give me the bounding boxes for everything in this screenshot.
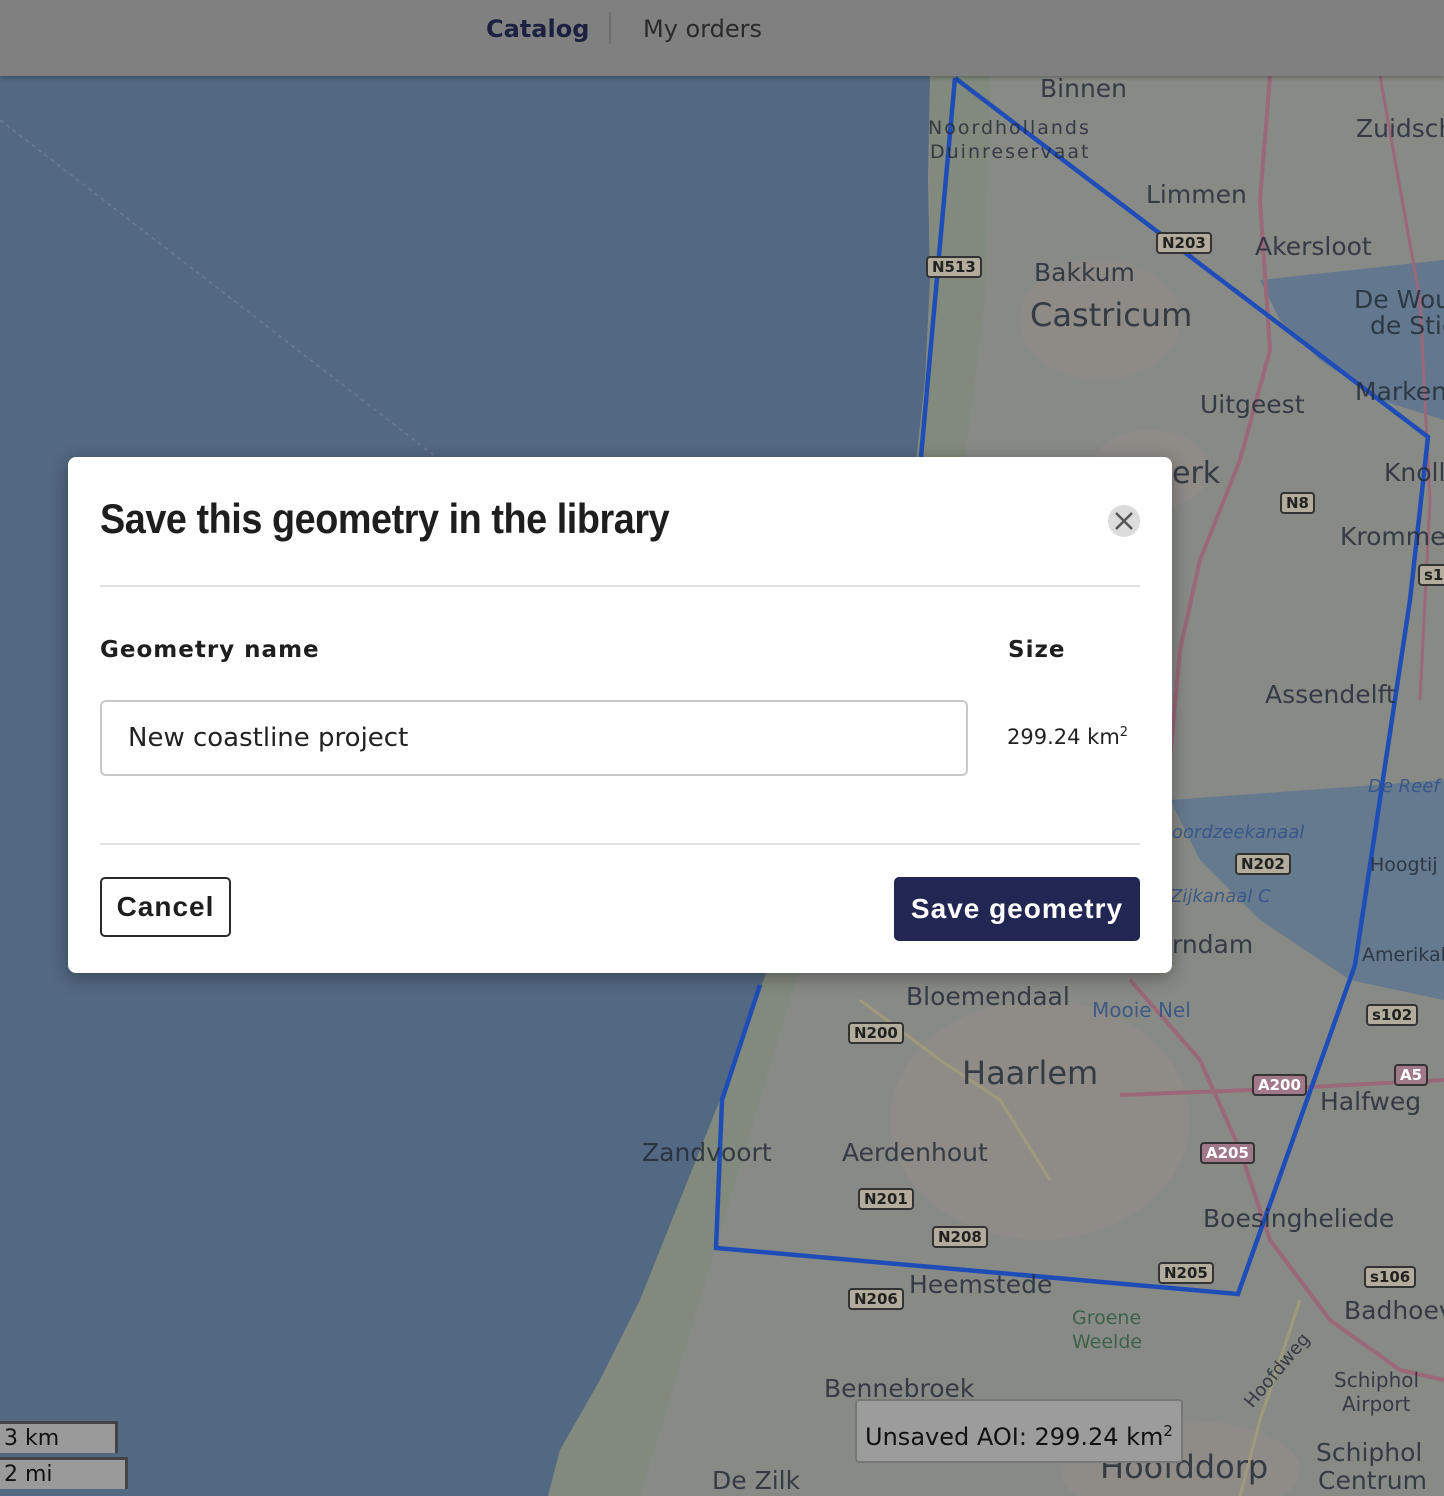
- map-label: De Zilk: [712, 1466, 801, 1495]
- map-label: De Wou: [1354, 285, 1444, 314]
- map-label: Assendelft: [1265, 680, 1396, 709]
- map-label: Amerikah: [1362, 944, 1444, 966]
- scale-bar-km: 3 km: [0, 1421, 118, 1453]
- aoi-size-unit-sup: 2: [1163, 1422, 1173, 1440]
- road-shield: N201: [858, 1188, 914, 1210]
- map-label: Zuidsch: [1356, 114, 1444, 143]
- dialog-divider-top: [100, 585, 1140, 587]
- map-label: Groene: [1072, 1307, 1142, 1329]
- map-label: Zandvoort: [642, 1138, 772, 1167]
- road-shield: N202: [1235, 853, 1291, 875]
- map-label: Kromme: [1340, 522, 1444, 551]
- map-label: Noordhollands: [928, 117, 1091, 139]
- map-label: Uitgeest: [1200, 390, 1305, 419]
- map-label: Badhoev: [1344, 1296, 1444, 1325]
- road-shield: N8: [1280, 492, 1315, 514]
- map-label: Halfweg: [1320, 1087, 1422, 1116]
- map-label: Hoogtij: [1370, 854, 1438, 876]
- geometry-size-value: 299.24 km2: [1007, 725, 1128, 749]
- dialog-divider-bottom: [100, 843, 1140, 845]
- dialog-title: Save this geometry in the library: [100, 495, 670, 542]
- map-label: Bakkum: [1034, 258, 1135, 287]
- map-label: Centrum: [1318, 1466, 1427, 1495]
- top-nav: Catalog My orders: [0, 0, 1444, 76]
- map-label: erk: [1172, 456, 1221, 491]
- road-shield: A205: [1200, 1142, 1255, 1164]
- map-label: Aerdenhout: [842, 1138, 988, 1167]
- tab-divider: [609, 12, 611, 44]
- road-shield: N200: [848, 1022, 904, 1044]
- map-label: Zijkanaal C: [1170, 886, 1271, 907]
- map-label: Duinreservaat: [930, 141, 1091, 163]
- map-label: Bloemendaal: [906, 982, 1070, 1011]
- map-label: de Stic: [1370, 311, 1444, 340]
- map-label: rndam: [1172, 930, 1254, 959]
- map-label: Schiphol: [1334, 1368, 1420, 1392]
- close-button[interactable]: [1108, 505, 1140, 537]
- road-shield: s106: [1364, 1266, 1417, 1288]
- aoi-size-badge: Unsaved AOI: 299.24 km2: [855, 1399, 1183, 1463]
- map-label: Marken: [1355, 377, 1444, 406]
- close-icon: [1115, 512, 1133, 530]
- geometry-name-label: Geometry name: [100, 637, 320, 663]
- tab-catalog[interactable]: Catalog: [486, 14, 589, 44]
- size-unit-sup: 2: [1119, 725, 1129, 740]
- scale-bar-mi: 2 mi: [0, 1457, 128, 1489]
- road-shield: N206: [848, 1288, 904, 1310]
- map-label: Schiphol: [1316, 1438, 1423, 1467]
- map-label: Weelde: [1072, 1331, 1143, 1353]
- size-value-text: 299.24 km: [1007, 725, 1120, 749]
- save-geometry-dialog: Save this geometry in the library Geomet…: [68, 457, 1172, 973]
- map-label: Knoll: [1384, 458, 1444, 487]
- road-shield: A5: [1394, 1064, 1429, 1086]
- road-shield: A200: [1252, 1074, 1307, 1096]
- road-shield: N205: [1158, 1262, 1214, 1284]
- size-label: Size: [1008, 637, 1066, 663]
- map-label: Mooie Nel: [1092, 998, 1191, 1022]
- cancel-button[interactable]: Cancel: [100, 877, 231, 937]
- map-label: Airport: [1342, 1392, 1411, 1416]
- road-shield: s15: [1418, 564, 1444, 586]
- road-shield: s102: [1366, 1004, 1419, 1026]
- road-shield: N513: [926, 256, 982, 278]
- map-label: Binnen: [1040, 74, 1128, 103]
- road-shield: N208: [932, 1226, 988, 1248]
- map-label: Heemstede: [909, 1270, 1053, 1299]
- map-label: Limmen: [1146, 180, 1247, 209]
- map-label: Boesingheliede: [1203, 1204, 1395, 1233]
- save-geometry-button[interactable]: Save geometry: [894, 877, 1140, 941]
- aoi-size-text: Unsaved AOI: 299.24 km: [865, 1423, 1164, 1451]
- map-label: Haarlem: [962, 1054, 1099, 1092]
- road-shield: N203: [1156, 232, 1212, 254]
- map-label: De Reef: [1368, 776, 1440, 797]
- map-label: Castricum: [1030, 296, 1193, 334]
- tab-my-orders[interactable]: My orders: [643, 14, 762, 44]
- geometry-name-input[interactable]: [100, 700, 968, 776]
- map-label: Akersloot: [1255, 232, 1372, 261]
- map-label: oordzeekanaal: [1172, 822, 1305, 843]
